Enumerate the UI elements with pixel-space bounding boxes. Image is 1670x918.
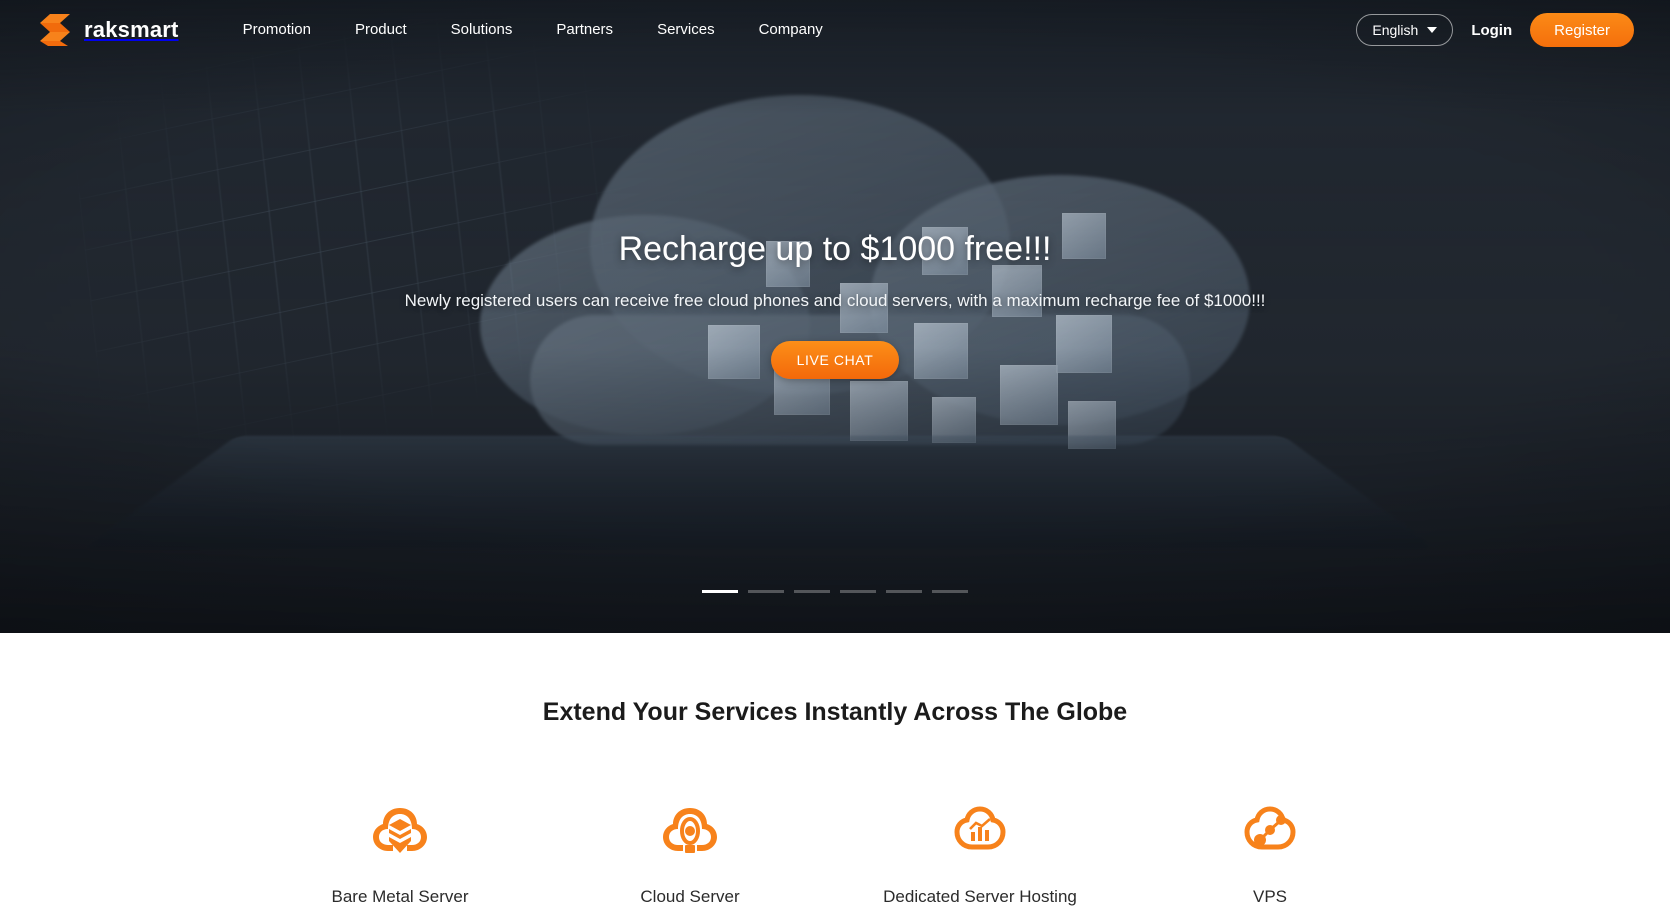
service-label: Cloud Server	[640, 887, 740, 906]
brand-logo-link[interactable]: raksmart	[36, 13, 179, 47]
service-item-cloud-server[interactable]: Cloud Server	[545, 805, 835, 907]
nav-right-actions: English Login Register	[1356, 13, 1634, 47]
nav-links: Promotion Product Solutions Partners Ser…	[221, 0, 845, 60]
cloud-bar-chart-icon	[954, 806, 1006, 850]
top-navigation-bar: raksmart Promotion Product Solutions Par…	[0, 0, 1670, 60]
cloud-node-center-icon	[663, 808, 717, 853]
nav-link-company[interactable]: Company	[737, 0, 845, 60]
services-grid: Bare Metal Server Cloud Server Dedicated…	[0, 805, 1670, 907]
cloud-stacked-layers-icon	[373, 808, 427, 853]
language-selected-label: English	[1372, 22, 1419, 38]
carousel-dot[interactable]	[840, 590, 876, 593]
login-link[interactable]: Login	[1471, 22, 1512, 39]
service-label: Dedicated Server Hosting	[883, 887, 1077, 906]
hero-subtitle: Newly registered users can receive free …	[404, 291, 1266, 310]
nav-link-services[interactable]: Services	[635, 0, 737, 60]
carousel-dot[interactable]	[748, 590, 784, 593]
nav-link-solutions[interactable]: Solutions	[429, 0, 535, 60]
carousel-dot[interactable]	[702, 590, 738, 593]
cloud-connected-nodes-icon	[1244, 806, 1296, 850]
live-chat-button[interactable]: LIVE CHAT	[770, 341, 900, 379]
language-selector[interactable]: English	[1356, 14, 1454, 46]
service-item-dedicated-server-hosting[interactable]: Dedicated Server Hosting	[835, 805, 1125, 907]
carousel-dot[interactable]	[886, 590, 922, 593]
service-label: Bare Metal Server	[331, 887, 469, 906]
brand-name: raksmart	[84, 17, 179, 42]
raksmart-logo-icon	[40, 14, 70, 46]
hero-content: Recharge up to $1000 free!!! Newly regis…	[0, 0, 1670, 633]
services-section: Extend Your Services Instantly Across Th…	[0, 633, 1670, 907]
nav-link-promotion[interactable]: Promotion	[221, 0, 333, 60]
carousel-dot[interactable]	[794, 590, 830, 593]
nav-link-partners[interactable]: Partners	[534, 0, 635, 60]
hero-title: Recharge up to $1000 free!!!	[618, 230, 1052, 268]
service-label: VPS	[1252, 887, 1288, 906]
services-heading: Extend Your Services Instantly Across Th…	[542, 698, 1128, 726]
hero-banner: raksmart Promotion Product Solutions Par…	[0, 0, 1670, 633]
carousel-dot[interactable]	[932, 590, 968, 593]
register-button[interactable]: Register	[1530, 13, 1634, 47]
chevron-down-icon	[1427, 27, 1438, 33]
nav-link-product[interactable]: Product	[333, 0, 429, 60]
carousel-indicators	[0, 590, 1670, 593]
service-item-bare-metal-server[interactable]: Bare Metal Server	[255, 805, 545, 907]
service-item-vps[interactable]: VPS	[1125, 805, 1415, 907]
